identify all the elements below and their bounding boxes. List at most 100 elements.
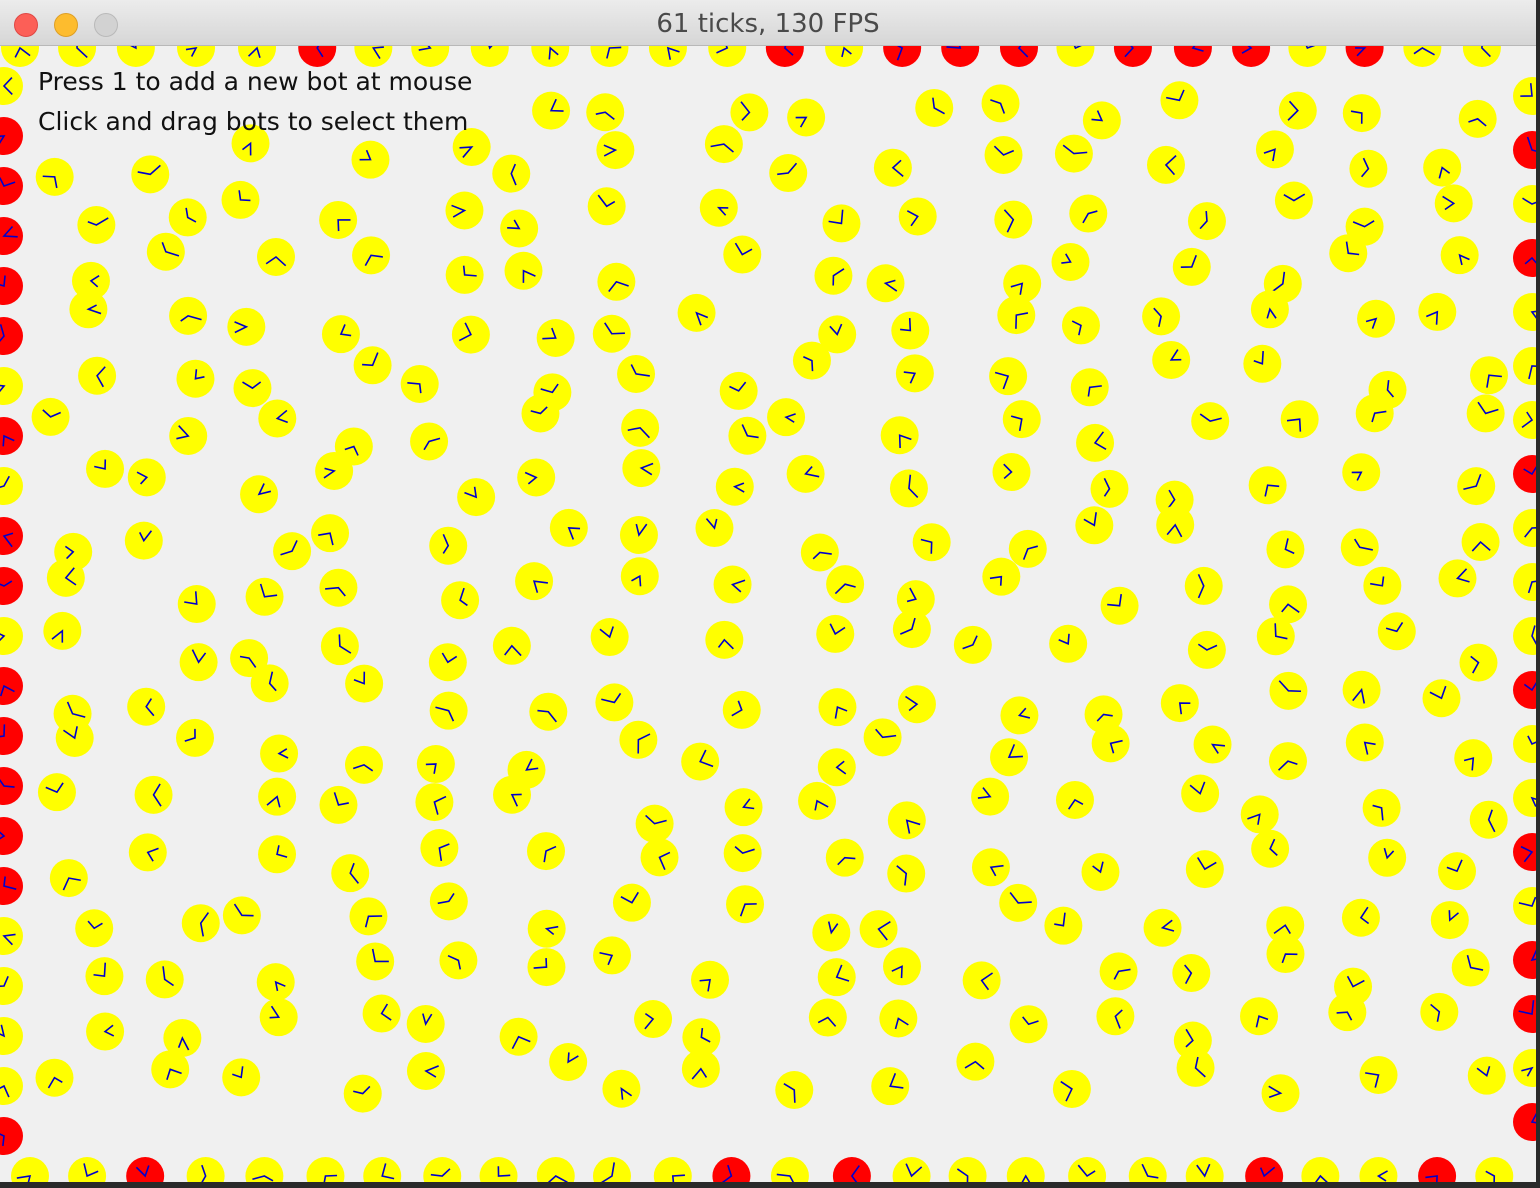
bot[interactable] <box>808 998 847 1037</box>
bot[interactable] <box>722 690 761 729</box>
bot[interactable] <box>233 369 272 408</box>
bot[interactable] <box>428 643 467 682</box>
bot[interactable] <box>186 1157 225 1182</box>
edge-bot[interactable] <box>832 1157 871 1182</box>
bot[interactable] <box>818 688 857 727</box>
bot[interactable] <box>1160 81 1199 120</box>
bot[interactable] <box>256 963 295 1002</box>
bot[interactable] <box>897 685 936 724</box>
bot[interactable] <box>592 314 631 353</box>
bot[interactable] <box>1002 400 1041 439</box>
bot[interactable] <box>705 620 744 659</box>
bot[interactable] <box>699 188 738 227</box>
bot[interactable] <box>653 1157 692 1182</box>
bot[interactable] <box>1280 400 1319 439</box>
bot[interactable] <box>46 558 85 597</box>
bot[interactable] <box>956 1042 995 1081</box>
bot[interactable] <box>35 1058 74 1097</box>
bot[interactable] <box>1100 586 1139 625</box>
bot[interactable] <box>311 514 350 553</box>
bot[interactable] <box>1469 356 1508 395</box>
bot[interactable] <box>1301 1157 1340 1182</box>
bot[interactable] <box>416 745 455 784</box>
bot[interactable] <box>620 557 659 596</box>
bot[interactable] <box>0 67 23 105</box>
bot[interactable] <box>1239 997 1278 1036</box>
bot[interactable] <box>78 356 117 395</box>
bot[interactable] <box>1082 101 1121 140</box>
bot[interactable] <box>420 829 459 868</box>
bot[interactable] <box>531 46 570 67</box>
bot[interactable] <box>406 1004 445 1043</box>
bot[interactable] <box>532 91 571 130</box>
bot[interactable] <box>1513 617 1536 655</box>
bot[interactable] <box>362 994 401 1033</box>
bot[interactable] <box>915 88 954 127</box>
bot[interactable] <box>69 290 108 329</box>
bot[interactable] <box>817 748 856 787</box>
bot[interactable] <box>596 131 635 170</box>
bot[interactable] <box>1440 236 1479 275</box>
bot[interactable] <box>1458 99 1497 138</box>
bot[interactable] <box>891 311 930 350</box>
bot[interactable] <box>306 1157 345 1182</box>
bot[interactable] <box>55 718 94 757</box>
bot[interactable] <box>1459 643 1498 682</box>
bot[interactable] <box>221 180 260 219</box>
edge-bot[interactable] <box>0 567 23 605</box>
bot[interactable] <box>1075 506 1114 545</box>
bot[interactable] <box>245 577 284 616</box>
bot[interactable] <box>814 256 853 295</box>
bot[interactable] <box>344 745 383 784</box>
edge-bot[interactable] <box>1113 46 1152 67</box>
bot[interactable] <box>31 397 70 436</box>
bot[interactable] <box>704 125 743 164</box>
bot[interactable] <box>1009 1005 1048 1044</box>
bot[interactable] <box>319 785 358 824</box>
bot[interactable] <box>345 664 384 703</box>
edge-bot[interactable] <box>0 667 23 705</box>
bot[interactable] <box>792 341 831 380</box>
bot[interactable] <box>873 148 912 187</box>
bot[interactable] <box>597 262 636 301</box>
bot[interactable] <box>493 775 532 814</box>
bot[interactable] <box>1342 94 1381 133</box>
bot[interactable] <box>1187 630 1226 669</box>
bot[interactable] <box>1420 992 1459 1031</box>
bot[interactable] <box>176 718 215 757</box>
bot[interactable] <box>1096 997 1135 1036</box>
bot[interactable] <box>529 692 568 731</box>
bot[interactable] <box>131 155 170 194</box>
bot[interactable] <box>990 738 1029 777</box>
bot[interactable] <box>812 913 851 952</box>
edge-bot[interactable] <box>1513 833 1536 871</box>
bot[interactable] <box>179 643 218 682</box>
bot[interactable] <box>1051 242 1090 281</box>
bot[interactable] <box>713 565 752 604</box>
edge-bot[interactable] <box>1513 995 1536 1033</box>
bot[interactable] <box>1261 1074 1300 1113</box>
bot[interactable] <box>767 398 806 437</box>
bot[interactable] <box>715 467 754 506</box>
bot[interactable] <box>1268 742 1307 781</box>
bot[interactable] <box>1251 829 1290 868</box>
edge-bot[interactable] <box>0 817 23 855</box>
bot[interactable] <box>479 1157 518 1182</box>
edge-bot[interactable] <box>1513 1103 1536 1141</box>
bot[interactable] <box>1355 394 1394 433</box>
bot[interactable] <box>429 691 468 730</box>
edge-bot[interactable] <box>0 767 23 805</box>
bot[interactable] <box>892 610 931 649</box>
bot[interactable] <box>400 364 439 403</box>
bot[interactable] <box>86 1012 125 1051</box>
bot[interactable] <box>895 354 934 393</box>
bot[interactable] <box>798 781 837 820</box>
bot[interactable] <box>1513 725 1536 763</box>
bot[interactable] <box>1052 1069 1091 1108</box>
bot[interactable] <box>258 399 297 438</box>
bot[interactable] <box>1329 234 1368 273</box>
bot[interactable] <box>441 581 480 620</box>
bot[interactable] <box>892 1157 931 1182</box>
bot[interactable] <box>319 200 358 239</box>
bot[interactable] <box>273 532 312 571</box>
